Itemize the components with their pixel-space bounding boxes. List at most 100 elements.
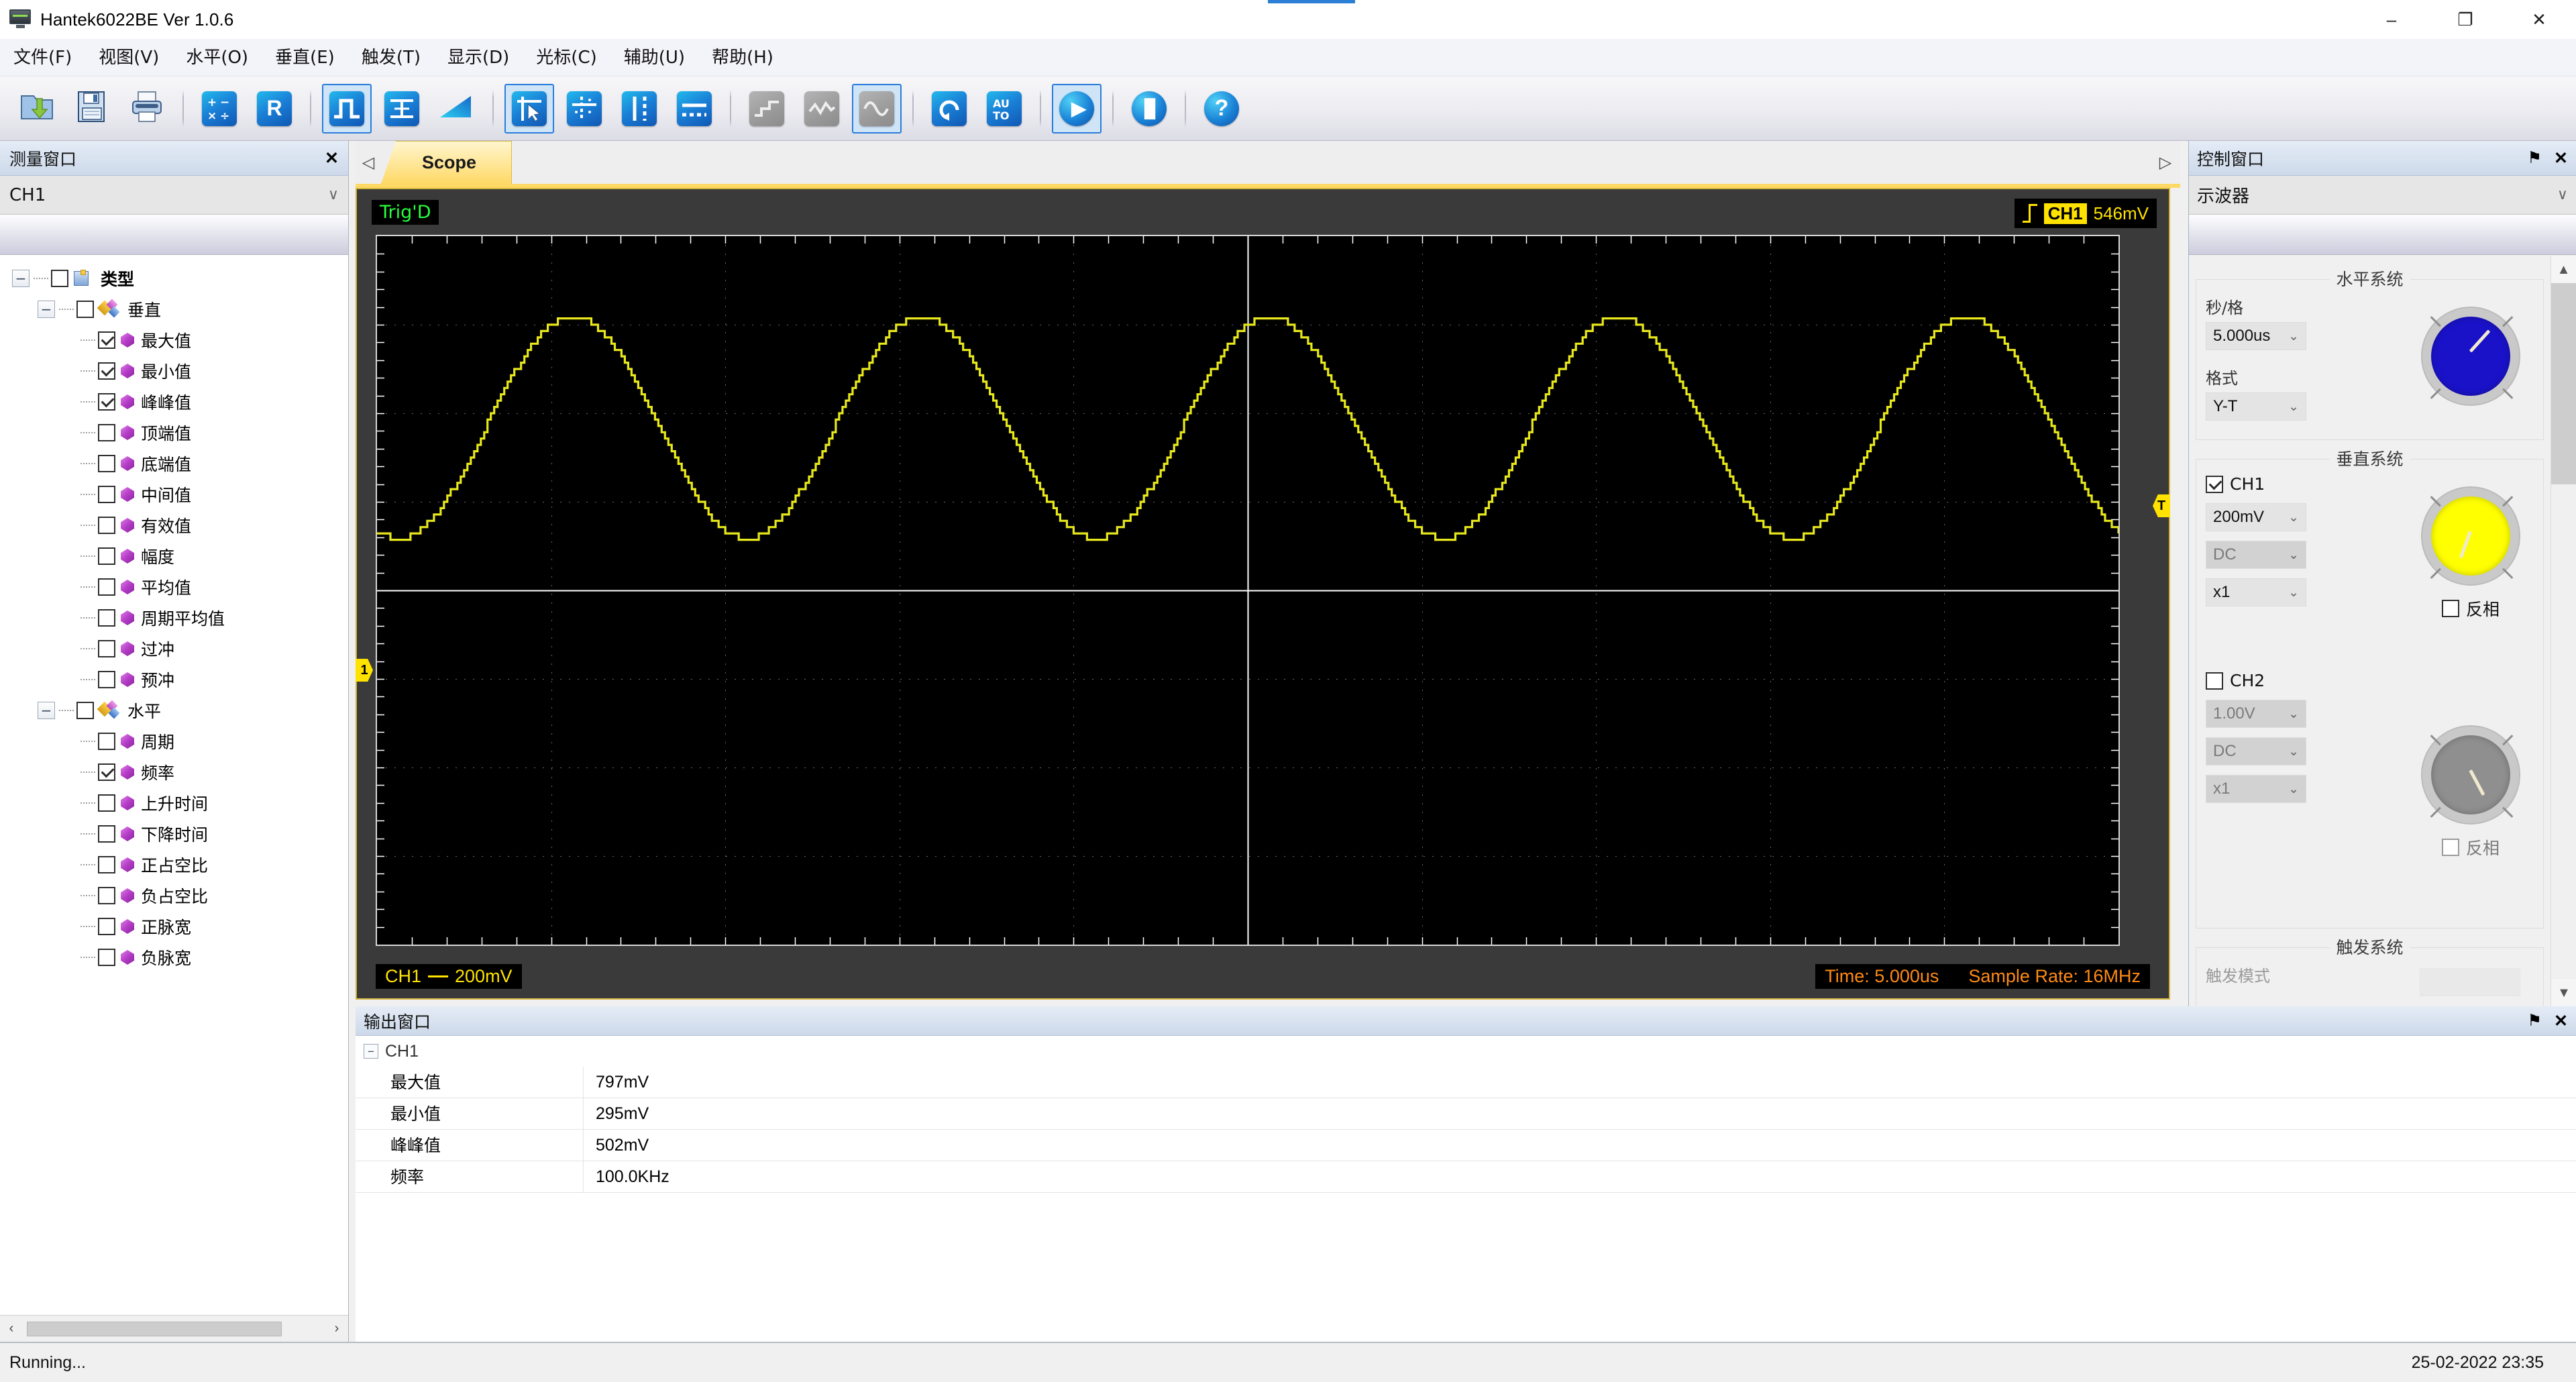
- minimize-button[interactable]: –: [2355, 0, 2428, 39]
- ch1-probe-select[interactable]: x1 ⌄: [2206, 578, 2306, 606]
- save-file-icon[interactable]: [67, 84, 117, 134]
- tree-checkbox[interactable]: [98, 362, 115, 380]
- tree-item[interactable]: 底端值: [0, 448, 348, 479]
- menu-view[interactable]: 视图(V): [85, 39, 172, 76]
- scroll-thumb[interactable]: [2551, 283, 2576, 484]
- tree-checkbox[interactable]: [98, 331, 115, 349]
- tree-item[interactable]: 幅度: [0, 541, 348, 572]
- scroll-right-icon[interactable]: ›: [325, 1316, 348, 1342]
- help-icon[interactable]: ?: [1197, 84, 1246, 134]
- scroll-thumb[interactable]: [27, 1321, 282, 1336]
- tree-checkbox[interactable]: [98, 393, 115, 411]
- wave-trace-icon[interactable]: [797, 84, 847, 134]
- horizontal-cursor-icon[interactable]: [669, 84, 719, 134]
- open-file-icon[interactable]: [12, 84, 62, 134]
- tree-checkbox[interactable]: [98, 578, 115, 596]
- ch1-invert-checkbox[interactable]: [2441, 600, 2459, 617]
- tab-scroll-right-icon[interactable]: ▷: [2151, 141, 2180, 184]
- tree-checkbox[interactable]: [98, 887, 115, 904]
- scope-display[interactable]: Trig'D CH1 546mV 1 T CH1 200mV Time: 5.0…: [356, 188, 2170, 1000]
- menu-utility[interactable]: 辅助(U): [610, 39, 698, 76]
- ch1-invert-row[interactable]: 反相: [2421, 596, 2520, 621]
- tree-item[interactable]: 最小值: [0, 356, 348, 386]
- tree-item[interactable]: 周期平均值: [0, 602, 348, 633]
- ch2-coupling-select[interactable]: DC ⌄: [2206, 737, 2306, 765]
- tree-checkbox[interactable]: [98, 671, 115, 688]
- menu-vertical[interactable]: 垂直(E): [262, 39, 348, 76]
- measure-horizontal-scrollbar[interactable]: ‹ ›: [0, 1315, 348, 1342]
- tree-item[interactable]: 最大值: [0, 325, 348, 356]
- tree-node-type[interactable]: − 类型: [0, 263, 348, 294]
- tree-checkbox[interactable]: [98, 547, 115, 565]
- tree-checkbox[interactable]: [98, 640, 115, 657]
- tree-checkbox[interactable]: [76, 702, 94, 719]
- menu-display[interactable]: 显示(D): [434, 39, 523, 76]
- tree-item[interactable]: 上升时间: [0, 788, 348, 818]
- menu-trigger[interactable]: 触发(T): [348, 39, 434, 76]
- ch2-checkbox[interactable]: [2206, 672, 2223, 690]
- tree-item[interactable]: 平均值: [0, 572, 348, 602]
- tab-scope[interactable]: Scope: [381, 141, 513, 184]
- ch1-ground-marker[interactable]: 1: [356, 659, 373, 682]
- cursor-measure-icon[interactable]: [504, 83, 554, 134]
- tree-item[interactable]: 中间值: [0, 479, 348, 510]
- expander-icon[interactable]: −: [38, 301, 55, 318]
- tree-item[interactable]: 正脉宽: [0, 911, 348, 942]
- tree-item[interactable]: 负脉宽: [0, 942, 348, 973]
- ch2-volts-div-select[interactable]: 1.00V ⌄: [2206, 700, 2306, 728]
- tree-item[interactable]: 周期: [0, 726, 348, 757]
- sine-trace-icon[interactable]: [852, 83, 902, 134]
- scroll-down-icon[interactable]: ▼: [2551, 979, 2576, 1006]
- tree-checkbox[interactable]: [98, 455, 115, 472]
- math-icon[interactable]: + − × ÷: [195, 84, 244, 134]
- ch2-invert-row[interactable]: 反相: [2421, 835, 2520, 859]
- scroll-trough[interactable]: [23, 1316, 325, 1342]
- tree-checkbox[interactable]: [76, 301, 94, 318]
- tree-checkbox[interactable]: [98, 424, 115, 441]
- ch2-position-knob[interactable]: 反相: [2421, 725, 2520, 859]
- ch1-checkbox[interactable]: [2206, 475, 2223, 493]
- tree-checkbox[interactable]: [51, 270, 68, 287]
- waveform-grid[interactable]: [376, 235, 2120, 946]
- control-close-icon[interactable]: ✕: [2554, 148, 2568, 168]
- square-wave-icon[interactable]: [322, 83, 372, 134]
- tree-checkbox[interactable]: [98, 856, 115, 873]
- format-select[interactable]: Y-T ⌄: [2206, 392, 2306, 421]
- timebase-knob[interactable]: [2421, 307, 2520, 406]
- pin-icon[interactable]: ⚑: [2528, 148, 2542, 168]
- crosshair-icon[interactable]: [559, 84, 609, 134]
- run-icon[interactable]: ▶: [1052, 83, 1102, 134]
- tree-checkbox[interactable]: [98, 918, 115, 935]
- tree-checkbox[interactable]: [98, 609, 115, 627]
- close-button[interactable]: ✕: [2502, 0, 2576, 39]
- tree-checkbox[interactable]: [98, 733, 115, 750]
- pin-icon[interactable]: ⚑: [2528, 1011, 2542, 1030]
- tree-item[interactable]: 过冲: [0, 633, 348, 664]
- tree-group-horizontal[interactable]: − 水平: [0, 695, 348, 726]
- measure-channel-select[interactable]: CH1 ∨: [0, 176, 348, 215]
- tree-item[interactable]: 有效值: [0, 510, 348, 541]
- tree-checkbox[interactable]: [98, 825, 115, 843]
- control-vertical-scrollbar[interactable]: ▲ ▼: [2551, 256, 2576, 1006]
- tree-checkbox[interactable]: [98, 486, 115, 503]
- undo-icon[interactable]: [924, 84, 974, 134]
- expander-icon[interactable]: −: [38, 702, 55, 719]
- tree-item[interactable]: 顶端值: [0, 417, 348, 448]
- print-icon[interactable]: [122, 84, 172, 134]
- menu-file[interactable]: 文件(F): [0, 39, 85, 76]
- scroll-up-icon[interactable]: ▲: [2551, 256, 2576, 283]
- ch1-position-knob[interactable]: 反相: [2421, 486, 2520, 621]
- output-group-header[interactable]: − CH1: [356, 1036, 2576, 1067]
- ramp-icon[interactable]: [432, 84, 482, 134]
- trigger-level-marker[interactable]: T: [2153, 494, 2170, 517]
- output-close-icon[interactable]: ✕: [2554, 1011, 2568, 1031]
- tree-checkbox[interactable]: [98, 794, 115, 812]
- trigger-mode-select[interactable]: [2420, 968, 2520, 996]
- tree-item[interactable]: 频率: [0, 757, 348, 788]
- measure-close-icon[interactable]: ✕: [325, 148, 339, 168]
- tree-item[interactable]: 负占空比: [0, 880, 348, 911]
- ch2-enable-row[interactable]: CH2: [2206, 671, 2534, 690]
- ch2-probe-select[interactable]: x1 ⌄: [2206, 775, 2306, 803]
- tree-item[interactable]: 预冲: [0, 664, 348, 695]
- sec-div-select[interactable]: 5.000us ⌄: [2206, 322, 2306, 350]
